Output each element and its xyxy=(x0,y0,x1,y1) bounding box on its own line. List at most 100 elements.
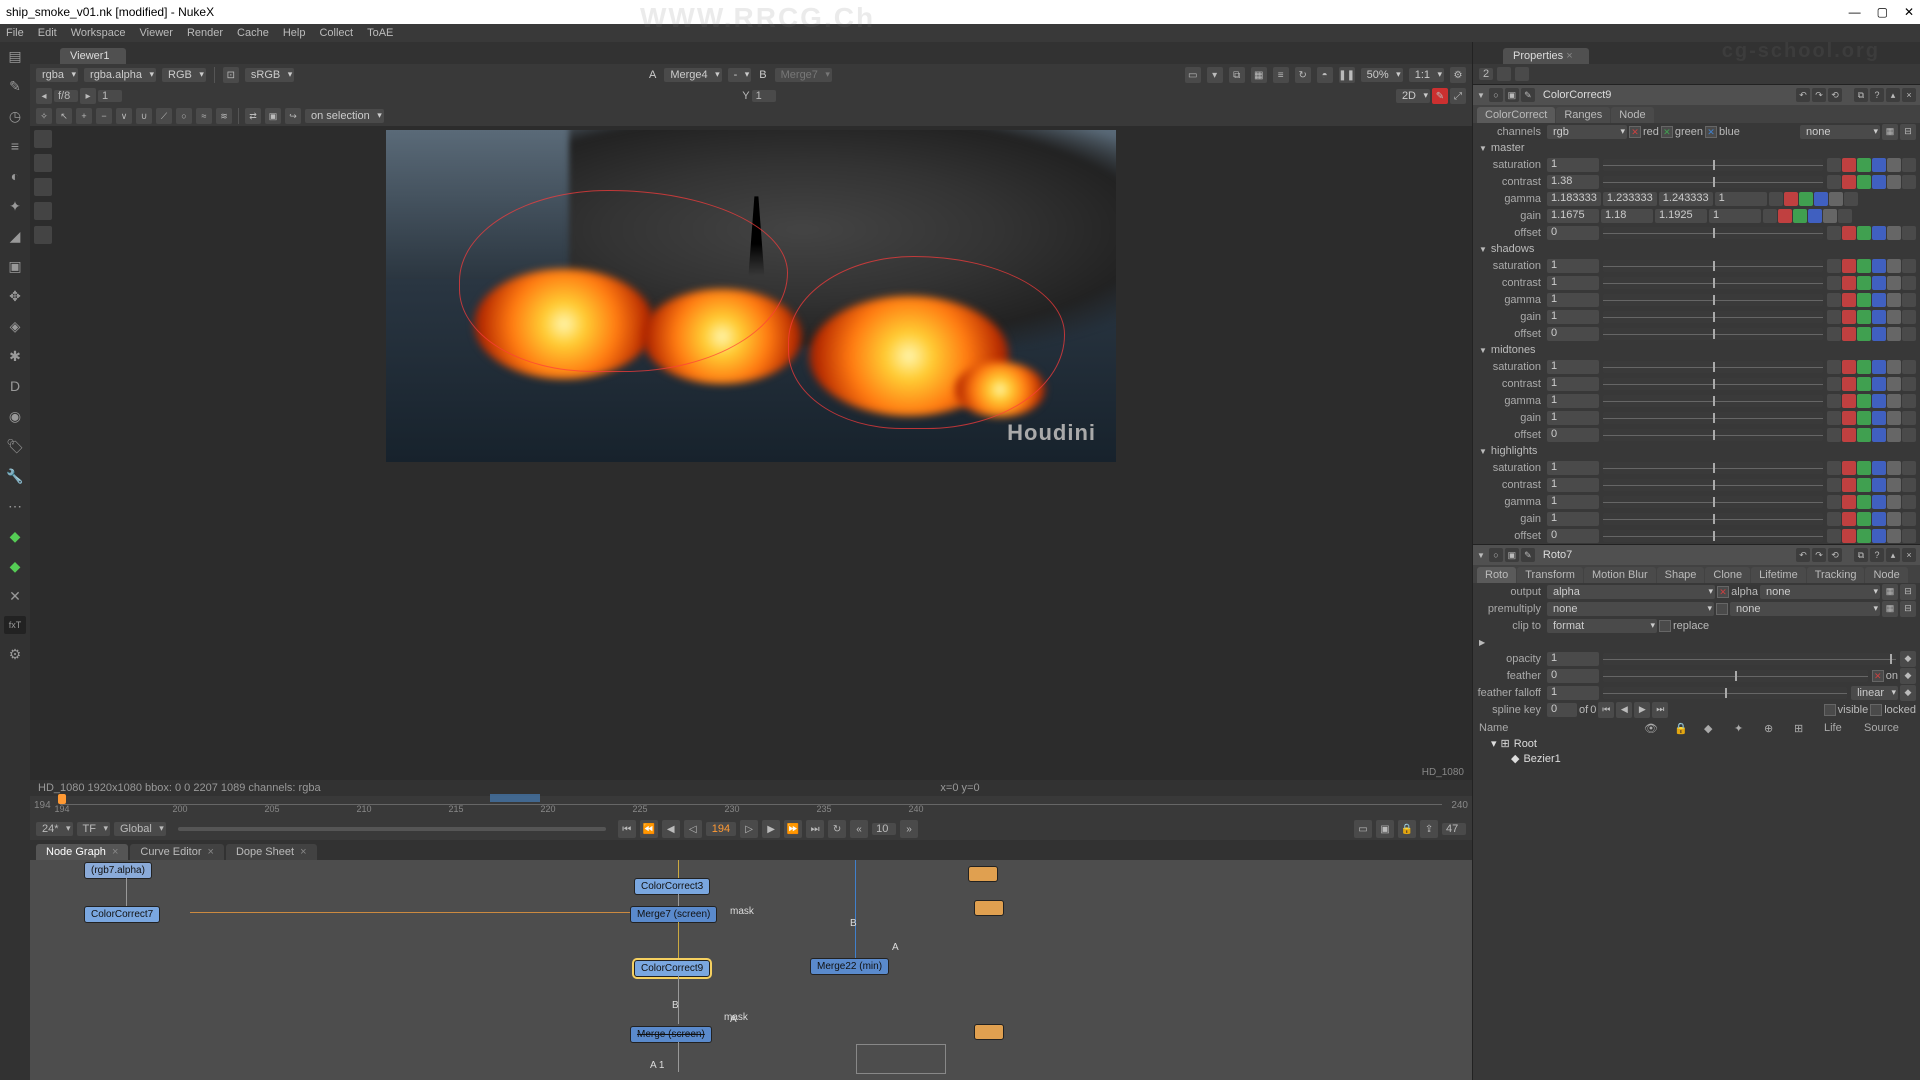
midtones-gain-input[interactable]: 1 xyxy=(1547,411,1599,425)
tool-channel-icon[interactable]: ≡ xyxy=(5,136,25,156)
clip-dropdown[interactable]: format xyxy=(1547,619,1657,633)
color-chip-icon[interactable] xyxy=(1842,461,1856,475)
shadows-offset-slider[interactable] xyxy=(1603,328,1823,340)
help-icon[interactable]: ? xyxy=(1870,88,1884,102)
color-chip-icon[interactable] xyxy=(1872,461,1886,475)
color-chip-icon[interactable] xyxy=(1857,293,1871,307)
next-frame-icon[interactable]: ▸ xyxy=(80,88,96,104)
tool-furnace-icon[interactable]: ◆ xyxy=(5,526,25,546)
node-merge-bottom[interactable]: Merge (screen) xyxy=(630,1026,712,1043)
color-chip-icon[interactable] xyxy=(1827,461,1841,475)
a-dash-dropdown[interactable]: - xyxy=(728,68,752,82)
record-red-icon[interactable]: ✎ xyxy=(1432,88,1448,104)
anim-icon[interactable]: ◆ xyxy=(1900,651,1916,667)
midtones-gamma-input[interactable]: 1 xyxy=(1547,394,1599,408)
add-point-icon[interactable]: + xyxy=(76,108,92,124)
color-chip-icon[interactable] xyxy=(1857,495,1871,509)
panel-pin-icon[interactable]: ○ xyxy=(1489,88,1503,102)
mask-channel-dropdown[interactable]: none xyxy=(1800,125,1880,139)
play-fwd-icon[interactable]: ▶ xyxy=(762,820,780,838)
color-chip-icon[interactable] xyxy=(1827,310,1841,324)
first-frame-icon[interactable]: ⏮ xyxy=(618,820,636,838)
color-chip-icon[interactable] xyxy=(1793,209,1807,223)
menu-help[interactable]: Help xyxy=(283,27,306,39)
tab-motionblur[interactable]: Motion Blur xyxy=(1584,567,1656,583)
outline-bezier1[interactable]: ◆Bezier1 xyxy=(1479,751,1914,766)
playhead[interactable] xyxy=(58,794,66,804)
node-rgb7[interactable]: (rgb7.alpha) xyxy=(84,862,152,879)
cusp-icon[interactable]: ∨ xyxy=(116,108,132,124)
shadows-offset-input[interactable]: 0 xyxy=(1547,327,1599,341)
color-chip-icon[interactable] xyxy=(1872,276,1886,290)
color-chip-icon[interactable] xyxy=(1902,428,1916,442)
clear-props-icon[interactable] xyxy=(1515,67,1529,81)
select-tool-icon[interactable]: ✧ xyxy=(36,108,52,124)
color-chip-icon[interactable] xyxy=(1887,158,1901,172)
color-chip-icon[interactable] xyxy=(1857,259,1871,273)
color-chip-icon[interactable] xyxy=(1872,327,1886,341)
color-chip-icon[interactable] xyxy=(1872,411,1886,425)
shadows-saturation-slider[interactable] xyxy=(1603,260,1823,272)
color-chip-icon[interactable] xyxy=(1902,276,1916,290)
feather-on-checkbox[interactable] xyxy=(1872,670,1884,682)
color-chip-icon[interactable] xyxy=(1902,293,1916,307)
color-chip-icon[interactable] xyxy=(1827,276,1841,290)
visible-checkbox[interactable] xyxy=(1824,704,1836,716)
color-chip-icon[interactable] xyxy=(1887,259,1901,273)
tool-draw-icon[interactable]: ✎ xyxy=(5,76,25,96)
tool-x-icon[interactable]: ✕ xyxy=(5,586,25,606)
tool-3d-icon[interactable]: ◈ xyxy=(5,316,25,336)
color-chip-icon[interactable] xyxy=(1872,226,1886,240)
highlights-contrast-slider[interactable] xyxy=(1603,479,1823,491)
color-chip-icon[interactable] xyxy=(1887,529,1901,543)
color-chip-icon[interactable] xyxy=(1872,377,1886,391)
scope-dropdown[interactable]: Global xyxy=(114,822,166,836)
prev-frame-icon[interactable]: ◂ xyxy=(36,88,52,104)
tool-merge-icon[interactable]: ▣ xyxy=(5,256,25,276)
color-chip-icon[interactable] xyxy=(1827,495,1841,509)
tab-shape[interactable]: Shape xyxy=(1657,567,1705,583)
color-chip-icon[interactable] xyxy=(1872,293,1886,307)
menu-collect[interactable]: Collect xyxy=(319,27,353,39)
lut-toggle-icon[interactable]: ⊡ xyxy=(223,67,239,83)
premult2-dropdown[interactable]: none xyxy=(1730,602,1880,616)
color-chip-icon[interactable] xyxy=(1902,461,1916,475)
tool-color-icon[interactable]: ◐ xyxy=(5,166,25,186)
color-chip-icon[interactable] xyxy=(1902,394,1916,408)
shadows-saturation-input[interactable]: 1 xyxy=(1547,259,1599,273)
shadows-gain-slider[interactable] xyxy=(1603,311,1823,323)
panel-wand-icon[interactable]: ✎ xyxy=(1521,548,1535,562)
tab-properties[interactable]: Properties × xyxy=(1503,48,1589,64)
feather-slider[interactable] xyxy=(1603,670,1868,682)
color-chip-icon[interactable] xyxy=(1842,259,1856,273)
tab-curve-editor[interactable]: Curve Editor× xyxy=(130,844,224,860)
flipbook-icon[interactable]: ▭ xyxy=(1354,820,1372,838)
refresh-icon[interactable]: ↻ xyxy=(1295,67,1311,83)
maximize-button[interactable]: ▢ xyxy=(1877,5,1888,19)
color-chip-icon[interactable] xyxy=(1872,478,1886,492)
color-chip-icon[interactable] xyxy=(1842,411,1856,425)
tool-filter-icon[interactable]: ✦ xyxy=(5,196,25,216)
shadows-gamma-slider[interactable] xyxy=(1603,294,1823,306)
remove-point-icon[interactable]: − xyxy=(96,108,112,124)
selection-mode-dropdown[interactable]: on selection xyxy=(305,109,384,123)
color-chip-icon[interactable] xyxy=(1872,175,1886,189)
output-mask-dropdown[interactable]: none xyxy=(1760,585,1880,599)
undo-icon[interactable]: ↶ xyxy=(1796,88,1810,102)
color-chip-icon[interactable] xyxy=(1902,259,1916,273)
redo-icon[interactable]: ↷ xyxy=(1812,548,1826,562)
anim-icon[interactable]: ◆ xyxy=(1900,668,1916,684)
color-chip-icon[interactable] xyxy=(1842,394,1856,408)
color-chip-icon[interactable] xyxy=(1827,327,1841,341)
menu-viewer[interactable]: Viewer xyxy=(140,27,173,39)
frame-number[interactable]: 1 xyxy=(98,90,122,102)
color-chip-icon[interactable] xyxy=(1857,411,1871,425)
color-chip-icon[interactable] xyxy=(1827,175,1841,189)
hide-icon[interactable]: ▴ xyxy=(1886,548,1900,562)
color-chip-icon[interactable] xyxy=(1827,158,1841,172)
highlights-saturation-input[interactable]: 1 xyxy=(1547,461,1599,475)
node-merge7[interactable]: Merge7 (screen) xyxy=(630,906,717,923)
alpha-dropdown[interactable]: rgba.alpha xyxy=(84,68,156,82)
master-gamma-input[interactable]: 1 xyxy=(1715,192,1767,206)
invert-icon[interactable]: ⊟ xyxy=(1900,584,1916,600)
